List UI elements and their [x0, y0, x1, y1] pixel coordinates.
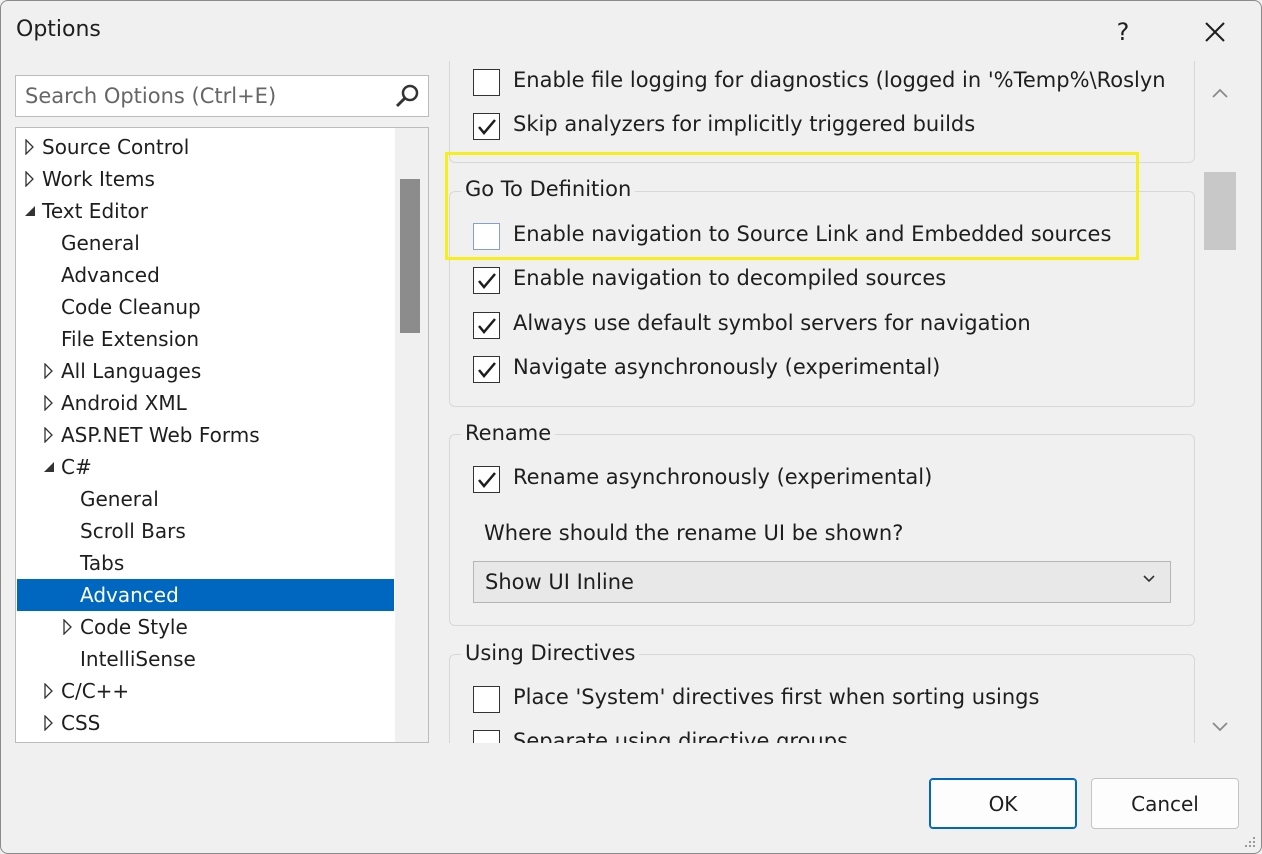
settings-scrollbar-thumb[interactable] — [1204, 172, 1236, 250]
tree-item-label: Code Cleanup — [61, 295, 201, 319]
tree-item-label: All Languages — [61, 359, 202, 383]
tree-item[interactable]: Advanced — [17, 259, 394, 291]
help-button[interactable]: ? — [1099, 5, 1147, 59]
expand-arrow-icon[interactable] — [23, 163, 37, 195]
expand-arrow-icon[interactable] — [61, 611, 75, 643]
options-dialog: Options ? Source Control Work Items Text E… — [0, 0, 1262, 854]
scroll-up-icon[interactable] — [1211, 87, 1229, 99]
file-logging-label: Enable file logging for diagnostics (log… — [513, 68, 1166, 92]
tree-item-label: Text Editor — [42, 199, 148, 223]
separate-groups-checkbox[interactable] — [473, 730, 500, 743]
ok-button[interactable]: OK — [929, 778, 1077, 829]
decompiled-sources-checkbox[interactable] — [473, 267, 500, 294]
tree-item-label: IntelliSense — [80, 647, 196, 671]
tree-item[interactable]: ASP.NET Web Forms — [17, 419, 394, 451]
cancel-button[interactable]: Cancel — [1091, 778, 1239, 829]
expand-arrow-icon[interactable] — [23, 131, 37, 163]
using-directives-title: Using Directives — [461, 641, 640, 665]
expand-arrow-icon[interactable] — [42, 355, 56, 387]
rename-ui-dropdown-value: Show UI Inline — [485, 570, 634, 594]
tree-item[interactable]: C/C++ — [17, 675, 394, 707]
expand-arrow-icon[interactable] — [42, 675, 56, 707]
tree-item[interactable]: Android XML — [17, 387, 394, 419]
tree-item-label: Scroll Bars — [80, 519, 186, 543]
symbol-servers-checkbox[interactable] — [473, 312, 500, 339]
tree-item[interactable]: Work Items — [17, 163, 394, 195]
checkmark-icon — [477, 361, 496, 378]
tree-scrollbar[interactable] — [395, 128, 428, 742]
tree-item-label: General — [80, 487, 159, 511]
source-link-checkbox[interactable] — [473, 223, 500, 250]
symbol-servers-label: Always use default symbol servers for na… — [513, 311, 1031, 335]
tree-item-label: Code Style — [80, 615, 188, 639]
tree-item-label: File Extension — [61, 327, 200, 351]
file-logging-checkbox[interactable] — [473, 69, 500, 96]
tree-item-label: ASP.NET Web Forms — [61, 423, 260, 447]
tree-item-label: Advanced — [80, 583, 179, 607]
tree-item-label: Advanced — [61, 263, 160, 287]
tree-item[interactable]: General — [17, 227, 394, 259]
tree-item-label: Work Items — [42, 167, 155, 191]
expand-arrow-icon[interactable] — [42, 387, 56, 419]
dialog-title: Options — [16, 17, 101, 42]
tree-item[interactable]: All Languages — [17, 355, 394, 387]
tree-item[interactable]: C# — [17, 451, 394, 483]
checkmark-icon — [477, 272, 496, 289]
collapse-arrow-icon[interactable] — [42, 451, 56, 483]
tree-item[interactable]: Tabs — [17, 547, 394, 579]
decompiled-sources-label: Enable navigation to decompiled sources — [513, 266, 947, 290]
resize-grip-icon[interactable] — [1241, 833, 1257, 849]
search-icon[interactable] — [394, 83, 420, 109]
system-first-label: Place 'System' directives first when sor… — [513, 685, 1040, 709]
skip-analyzers-checkbox[interactable] — [473, 113, 500, 140]
navigate-async-checkbox[interactable] — [473, 356, 500, 383]
tree-item[interactable]: Code Style — [17, 611, 394, 643]
tree-item[interactable]: IntelliSense — [17, 643, 394, 675]
search-input[interactable] — [16, 76, 386, 116]
expand-arrow-icon[interactable] — [42, 419, 56, 451]
tree-item[interactable]: CSS — [17, 707, 394, 739]
system-first-checkbox[interactable] — [473, 686, 500, 713]
settings-scrollbar[interactable] — [1199, 61, 1241, 743]
close-button[interactable] — [1189, 5, 1241, 59]
go-to-definition-title: Go To Definition — [461, 177, 636, 201]
search-box — [15, 75, 429, 117]
checkmark-icon — [477, 471, 496, 488]
tree-item-label: C# — [61, 455, 92, 479]
source-link-label: Enable navigation to Source Link and Emb… — [513, 222, 1112, 246]
checkmark-icon — [477, 317, 496, 334]
checkmark-icon — [477, 118, 496, 135]
collapse-arrow-icon[interactable] — [23, 195, 37, 227]
tree-item-label: Source Control — [42, 135, 190, 159]
tree-item[interactable]: Text Editor — [17, 195, 394, 227]
rename-ui-question: Where should the rename UI be shown? — [484, 521, 904, 545]
skip-analyzers-label: Skip analyzers for implicitly triggered … — [513, 112, 976, 136]
tree-item[interactable]: General — [17, 483, 394, 515]
tree-item[interactable]: Advanced — [17, 579, 394, 611]
tree-item-label: General — [61, 231, 140, 255]
tree-item[interactable]: Scroll Bars — [17, 515, 394, 547]
tree-item-label: Android XML — [61, 391, 187, 415]
rename-ui-dropdown[interactable]: Show UI Inline — [473, 561, 1171, 603]
separate-groups-label: Separate using directive groups — [513, 729, 849, 743]
tree-item[interactable]: File Extension — [17, 323, 394, 355]
tree-item-label: Tabs — [80, 551, 125, 575]
tree-item-label: CSS — [61, 711, 101, 735]
expand-arrow-icon[interactable] — [42, 707, 56, 739]
rename-title: Rename — [461, 421, 556, 445]
tree-scrollbar-thumb[interactable] — [400, 179, 420, 333]
rename-async-label: Rename asynchronously (experimental) — [513, 465, 933, 489]
tree-item[interactable]: Source Control — [17, 131, 394, 163]
options-tree: Source Control Work Items Text Editor Gener… — [15, 127, 429, 743]
chevron-down-icon — [1143, 575, 1155, 583]
scroll-down-icon[interactable] — [1211, 721, 1229, 733]
tree-item[interactable]: Code Cleanup — [17, 291, 394, 323]
navigate-async-label: Navigate asynchronously (experimental) — [513, 355, 941, 379]
tree-item-label: C/C++ — [61, 679, 130, 703]
rename-async-checkbox[interactable] — [473, 466, 500, 493]
close-icon — [1205, 22, 1225, 42]
settings-panel: Enable file logging for diagnostics (log… — [441, 61, 1199, 743]
